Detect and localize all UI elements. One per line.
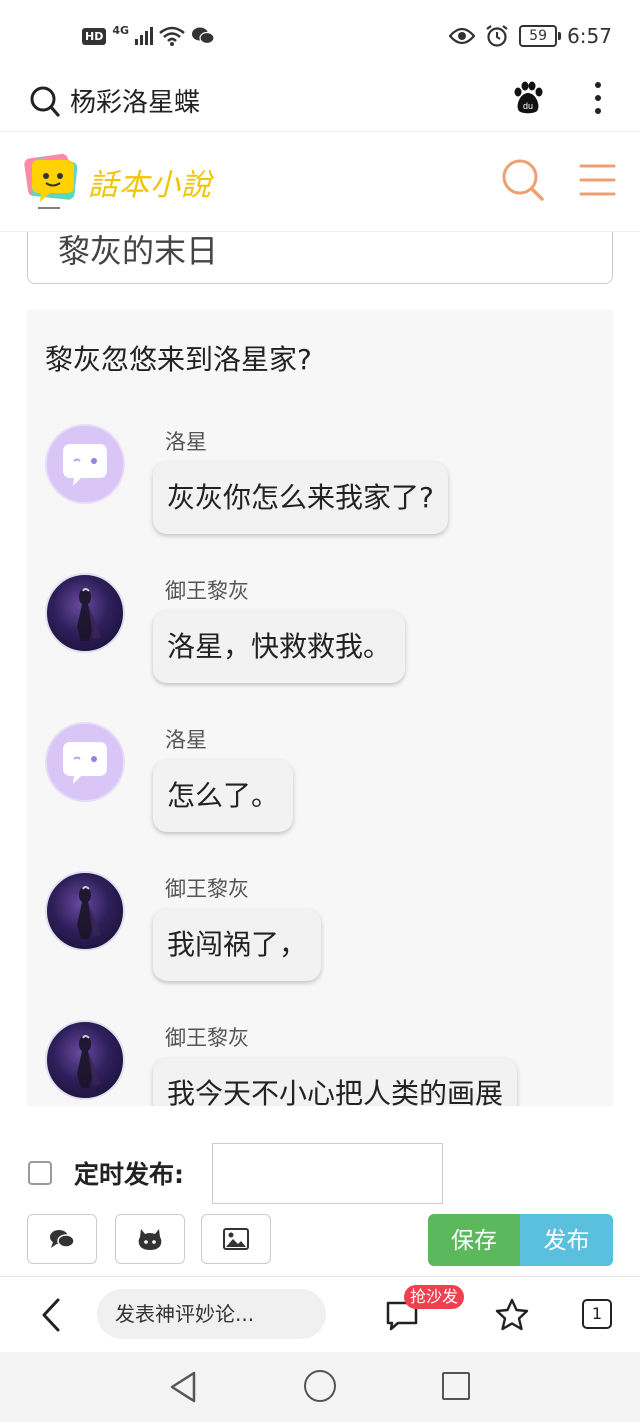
- ghost-icon: [63, 742, 107, 784]
- favorite-star-icon[interactable]: [494, 1297, 530, 1333]
- schedule-checkbox[interactable]: [28, 1161, 52, 1185]
- message-bubble: 我闯祸了，: [153, 909, 322, 981]
- message-bubble: 我今天不小心把人类的画展: [153, 1058, 518, 1106]
- ghost-avatar[interactable]: [45, 722, 125, 802]
- baidu-paw-icon[interactable]: du: [510, 80, 546, 116]
- status-right: 59 6:57: [449, 24, 612, 48]
- chat-message[interactable]: 御王黎灰 我今天不小心把人类的画展: [45, 1020, 605, 1106]
- image-icon: [223, 1228, 249, 1250]
- wifi-icon: [159, 26, 185, 46]
- site-logo[interactable]: [22, 152, 82, 212]
- message-bubble: 怎么了。: [153, 760, 294, 832]
- chat-message[interactable]: 御王黎灰 我闯祸了，: [45, 871, 605, 1001]
- chat-bubbles-icon: [50, 1230, 75, 1248]
- sofa-badge[interactable]: 抢沙发: [404, 1285, 465, 1309]
- hd-badge: HD: [82, 27, 107, 45]
- browser-search-bar[interactable]: 杨彩洛星蝶 du: [0, 78, 640, 132]
- insert-image-button[interactable]: [201, 1214, 271, 1264]
- github-cat-icon: [138, 1229, 162, 1250]
- status-left: HD 4G: [82, 23, 215, 46]
- message-bubble: 洛星，快救救我。: [153, 611, 406, 683]
- save-button[interactable]: 保存: [428, 1214, 520, 1266]
- wechat-icon: [192, 27, 215, 45]
- character-avatar[interactable]: [45, 1020, 125, 1100]
- comment-input[interactable]: 发表神评妙论...: [97, 1289, 326, 1339]
- post-title-text[interactable]: 黎灰的末日: [58, 232, 218, 272]
- status-bar: HD 4G 59 6:57: [0, 0, 640, 78]
- character-figure: [77, 588, 101, 641]
- character-avatar[interactable]: [45, 871, 125, 951]
- sender-name: 洛星: [165, 430, 207, 454]
- browser-bottom-bar: 发表神评妙论... 抢沙发 1: [0, 1276, 640, 1352]
- post-title-input[interactable]: 黎灰的末日: [27, 232, 613, 284]
- sender-name: 御王黎灰: [165, 1026, 249, 1050]
- site-logo-text: 話本小說: [88, 168, 212, 203]
- chat-message[interactable]: 洛星 灰灰你怎么来我家了?: [45, 424, 605, 554]
- chat-message[interactable]: 御王黎灰 洛星，快救救我。: [45, 573, 605, 703]
- back-arrow-icon[interactable]: [36, 1297, 66, 1333]
- search-query[interactable]: 杨彩洛星蝶: [70, 82, 200, 119]
- nav-recents-icon[interactable]: [442, 1372, 470, 1400]
- nav-back-icon[interactable]: [168, 1370, 198, 1404]
- sender-name: 洛星: [165, 728, 207, 752]
- tab-count-button[interactable]: 1: [582, 1299, 612, 1329]
- insert-dialogue-button[interactable]: [27, 1214, 97, 1264]
- character-avatar[interactable]: [45, 573, 125, 653]
- search-icon[interactable]: [30, 84, 60, 118]
- sender-name: 御王黎灰: [165, 877, 249, 901]
- message-bubble: 灰灰你怎么来我家了?: [153, 462, 448, 534]
- battery-icon: 59: [519, 25, 562, 47]
- ghost-icon: [63, 444, 107, 486]
- alarm-icon: [486, 25, 508, 47]
- clock: 6:57: [567, 24, 612, 48]
- chat-heading: 黎灰忽悠来到洛星家?: [45, 343, 312, 376]
- schedule-time-input[interactable]: [212, 1143, 443, 1204]
- signal-icon: [135, 27, 154, 45]
- svg-text:du: du: [523, 101, 533, 111]
- eye-icon: [449, 27, 476, 45]
- hamburger-menu-icon[interactable]: [578, 160, 618, 200]
- ghost-avatar[interactable]: [45, 424, 125, 504]
- character-figure: [77, 1035, 101, 1088]
- chat-message[interactable]: 洛星 怎么了。: [45, 722, 605, 852]
- nav-home-icon[interactable]: [304, 1370, 336, 1402]
- chat-story-panel[interactable]: 黎灰忽悠来到洛星家? 洛星 灰灰你怎么来我家了? 御王黎灰 洛星，快救救我。 洛…: [27, 310, 613, 1106]
- site-header: 話本小說: [0, 132, 640, 232]
- more-menu-icon[interactable]: [588, 80, 608, 116]
- schedule-label: 定时发布:: [74, 1160, 184, 1189]
- sender-name: 御王黎灰: [165, 579, 249, 603]
- insert-character-button[interactable]: [115, 1214, 185, 1264]
- publish-button[interactable]: 发布: [520, 1214, 613, 1266]
- site-search-icon[interactable]: [500, 157, 546, 203]
- system-nav-bar: [0, 1352, 640, 1422]
- network-type: 4G: [112, 23, 130, 37]
- character-figure: [77, 886, 101, 939]
